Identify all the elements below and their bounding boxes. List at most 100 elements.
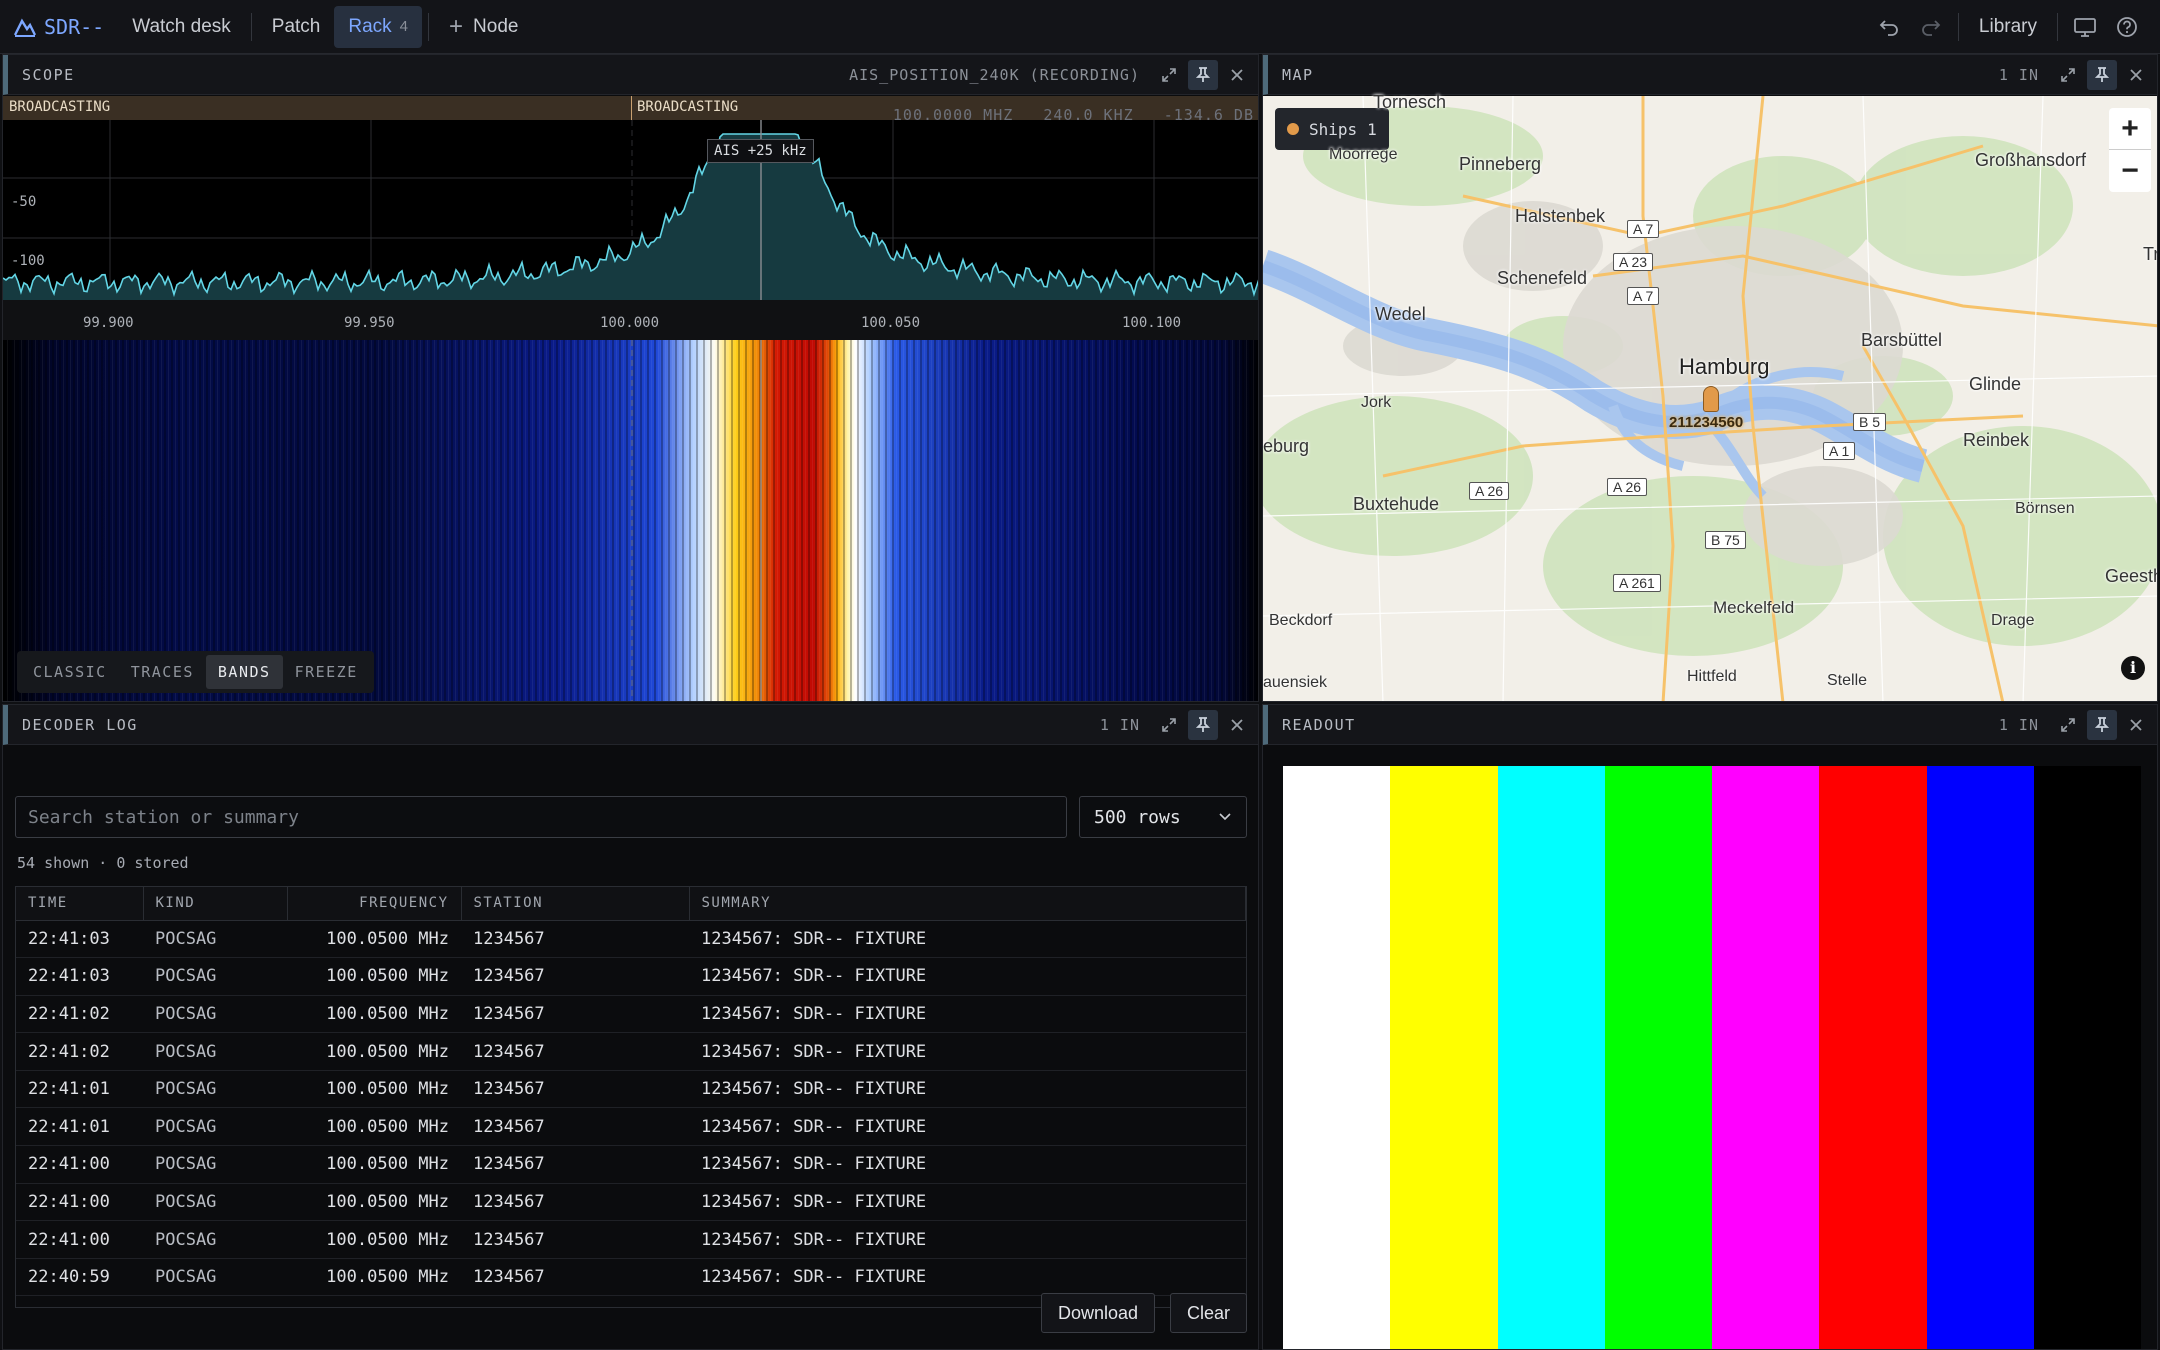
scope-view[interactable]: BROADCASTING BROADCASTING 100.0000 MHZ 2… — [3, 96, 1258, 701]
table-row[interactable]: 22:40:59 POCSAG 100.0500 MHz 1234567 1234567… — [16, 1258, 1246, 1297]
town-label: auensiek — [1263, 674, 1328, 691]
vessel-label: 211234560 — [1669, 414, 1744, 431]
expand-icon[interactable] — [2053, 60, 2083, 90]
col-frequency[interactable]: FREQUENCY — [287, 887, 462, 921]
table-row[interactable]: 22:41:00 POCSAG 100.0500 MHz 1234567 1234567… — [16, 1220, 1246, 1259]
nav-rack[interactable]: Rack 4 — [334, 5, 423, 48]
vessel-marker[interactable] — [1703, 386, 1719, 412]
road-badge: A 1 — [1823, 442, 1856, 460]
town-label: Reinbek — [1963, 430, 2030, 450]
download-button[interactable]: Download — [1041, 1293, 1156, 1333]
cell-summary: 1234567: SDR-- FIXTURE — [689, 1107, 1246, 1147]
cell-frequency: 100.0500 MHz — [287, 1107, 461, 1147]
cell-frequency: 100.0500 MHz — [287, 957, 461, 996]
mode-classic[interactable]: CLASSIC — [21, 655, 119, 689]
nav-patch[interactable]: Patch — [258, 6, 335, 48]
close-icon[interactable] — [2121, 60, 2151, 90]
ships-legend[interactable]: Ships 1 — [1275, 108, 1389, 150]
zoom-in-button[interactable]: + — [2109, 108, 2151, 150]
expand-icon[interactable] — [1154, 60, 1184, 90]
color-bar — [1283, 766, 1391, 1349]
zoom-out-button[interactable]: − — [2109, 150, 2151, 192]
cell-kind: POCSAG — [143, 1220, 287, 1259]
cell-summary: 1234567: SDR-- FIXTURE — [689, 1258, 1246, 1297]
mode-bands[interactable]: BANDS — [205, 655, 283, 689]
cell-time: 22:41:03 — [16, 920, 143, 959]
cell-summary: 1234567: SDR-- FIXTURE — [689, 1220, 1246, 1259]
rows-select[interactable]: 500 rows — [1079, 796, 1247, 838]
map-view[interactable]: Ships 1 + − i Tornesch Moorrege Pinneber… — [1263, 92, 2157, 701]
waterfall[interactable]: CLASSIC TRACES BANDS FREEZE — [3, 340, 1258, 701]
display-mode-tabs: CLASSIC TRACES BANDS FREEZE — [17, 651, 374, 693]
undo-icon[interactable] — [1868, 6, 1910, 48]
brand[interactable]: SDR-- — [0, 6, 118, 48]
panel-title: SCOPE — [22, 65, 75, 84]
readout-panel: READOUT 1 IN — [1262, 704, 2158, 1350]
cell-kind: POCSAG — [143, 1183, 287, 1222]
col-summary[interactable]: SUMMARY — [689, 887, 1246, 921]
scope-panel: SCOPE AIS_POSITION_240K (RECORDING) BROA… — [2, 54, 1259, 702]
road-badge: B 75 — [1705, 531, 1746, 549]
col-kind[interactable]: KIND — [143, 887, 288, 921]
close-icon[interactable] — [1222, 60, 1252, 90]
cell-frequency: 100.0500 MHz — [287, 1220, 461, 1259]
monitor-icon[interactable] — [2064, 6, 2106, 48]
redo-icon[interactable] — [1910, 6, 1952, 48]
expand-icon[interactable] — [1154, 710, 1184, 740]
decoder-header: DECODER LOG 1 IN — [3, 705, 1258, 745]
town-label: Meckelfeld — [1713, 598, 1795, 617]
town-label: Halstenbek — [1515, 206, 1606, 226]
log-table: TIME KIND FREQUENCY STATION SUMMARY 22:4… — [15, 886, 1247, 1308]
mode-traces[interactable]: TRACES — [119, 655, 206, 689]
pin-icon[interactable] — [1188, 60, 1218, 90]
help-icon[interactable] — [2106, 6, 2148, 48]
readout-header: READOUT 1 IN — [1263, 705, 2157, 745]
map-header: MAP 1 IN — [1263, 55, 2157, 95]
nav-watch-desk[interactable]: Watch desk — [118, 6, 245, 48]
town-label: Börnsen — [2015, 500, 2075, 517]
table-row[interactable]: 22:41:02 POCSAG 100.0500 MHz 1234567 1234567… — [16, 995, 1246, 1034]
road-badge: A 26 — [1607, 478, 1648, 496]
table-row[interactable]: 22:41:00 POCSAG 100.0500 MHz 1234567 1234567… — [16, 1183, 1246, 1222]
band-label-left: BROADCASTING — [9, 99, 111, 115]
col-station[interactable]: STATION — [461, 887, 690, 921]
town-label: Geesthacht — [2105, 566, 2157, 586]
table-row[interactable]: 22:41:00 POCSAG 100.0500 MHz 1234567 1234567… — [16, 1145, 1246, 1184]
color-bar — [1926, 766, 2034, 1349]
cell-summary: 1234567: SDR-- FIXTURE — [689, 920, 1246, 959]
y-tick: -50 — [11, 194, 37, 210]
nav-rack-label: Rack — [348, 15, 392, 37]
pin-icon[interactable] — [1188, 710, 1218, 740]
rack-count-badge: 4 — [399, 18, 409, 35]
color-bar — [1604, 766, 1712, 1349]
cell-station: 1234567 — [461, 1220, 689, 1259]
x-tick: 99.900 — [83, 315, 134, 331]
close-icon[interactable] — [1222, 710, 1252, 740]
col-time[interactable]: TIME — [16, 887, 144, 921]
table-row[interactable]: 22:41:03 POCSAG 100.0500 MHz 1234567 1234567… — [16, 957, 1246, 996]
road-badge: A 23 — [1613, 253, 1654, 271]
add-node-button[interactable]: + Node — [435, 6, 532, 48]
cell-summary: 1234567: SDR-- FIXTURE — [689, 957, 1246, 996]
close-icon[interactable] — [2121, 710, 2151, 740]
scope-header: SCOPE AIS_POSITION_240K (RECORDING) — [3, 55, 1258, 95]
table-row[interactable]: 22:41:02 POCSAG 100.0500 MHz 1234567 1234567… — [16, 1032, 1246, 1071]
cell-station: 1234567 — [461, 995, 689, 1034]
expand-icon[interactable] — [2053, 710, 2083, 740]
pin-icon[interactable] — [2087, 710, 2117, 740]
divider — [428, 12, 430, 41]
info-icon[interactable]: i — [2121, 656, 2145, 680]
cell-summary: 1234567: SDR-- FIXTURE — [689, 1183, 1246, 1222]
table-row[interactable]: 22:41:01 POCSAG 100.0500 MHz 1234567 1234567… — [16, 1107, 1246, 1147]
table-row[interactable]: 22:41:03 POCSAG 100.0500 MHz 1234567 1234567… — [16, 920, 1246, 959]
clear-button[interactable]: Clear — [1170, 1293, 1248, 1333]
cell-kind: POCSAG — [143, 1145, 287, 1184]
y-tick: -100 — [11, 253, 45, 269]
cell-station: 1234567 — [461, 920, 689, 959]
search-input[interactable] — [15, 796, 1067, 838]
town-label: Jork — [1361, 394, 1392, 411]
library-button[interactable]: Library — [1965, 6, 2051, 48]
table-row[interactable]: 22:41:01 POCSAG 100.0500 MHz 1234567 1234567… — [16, 1070, 1246, 1109]
pin-icon[interactable] — [2087, 60, 2117, 90]
mode-freeze[interactable]: FREEZE — [283, 655, 370, 689]
